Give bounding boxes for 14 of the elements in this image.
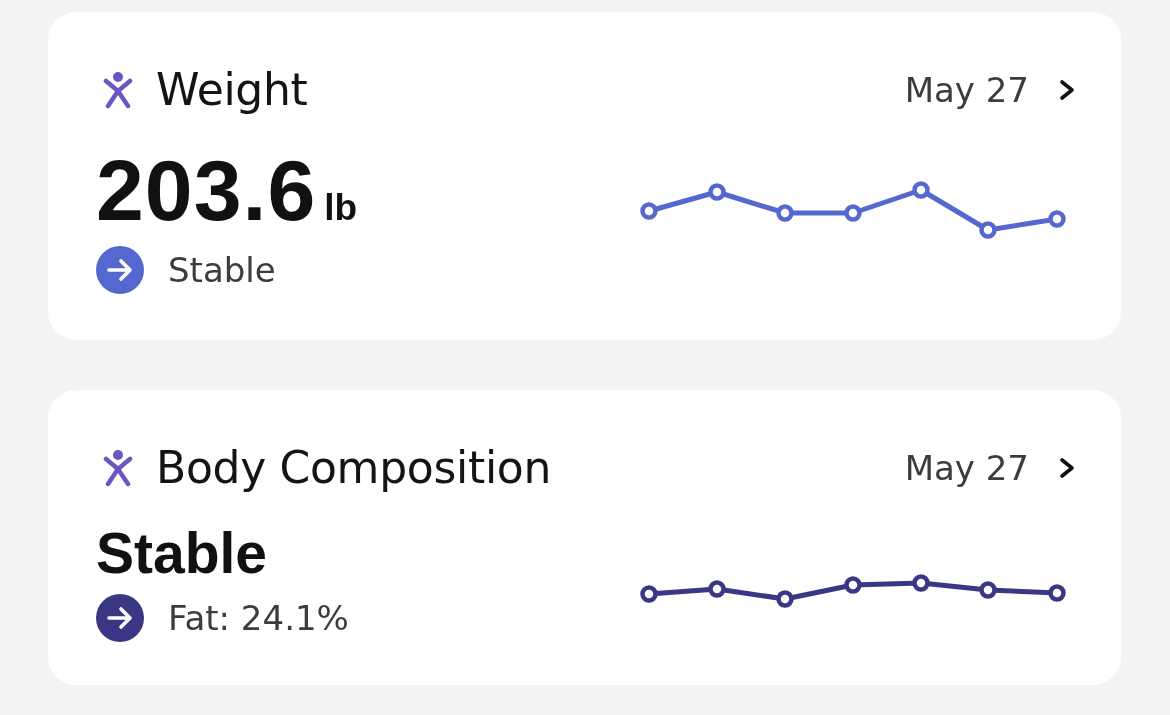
date-label: May 27 — [904, 447, 1029, 490]
trend-label: Stable — [168, 249, 276, 292]
chevron-right-icon[interactable] — [1059, 79, 1075, 101]
card-title: Weight — [156, 63, 308, 117]
status-value: Stable — [96, 525, 268, 582]
person-icon — [103, 71, 133, 109]
chevron-right-icon[interactable] — [1059, 457, 1075, 479]
unit-label: lb — [324, 189, 358, 226]
person-icon — [103, 449, 133, 487]
date-label: May 27 — [904, 69, 1029, 112]
card-title: Body Composition — [156, 441, 552, 495]
weight-value: 203.6 — [96, 147, 317, 233]
trend-label: Fat: 24.1% — [168, 597, 349, 640]
metric-card[interactable]: Body Composition May 27 Stable Fat: 24.1% — [48, 390, 1121, 685]
